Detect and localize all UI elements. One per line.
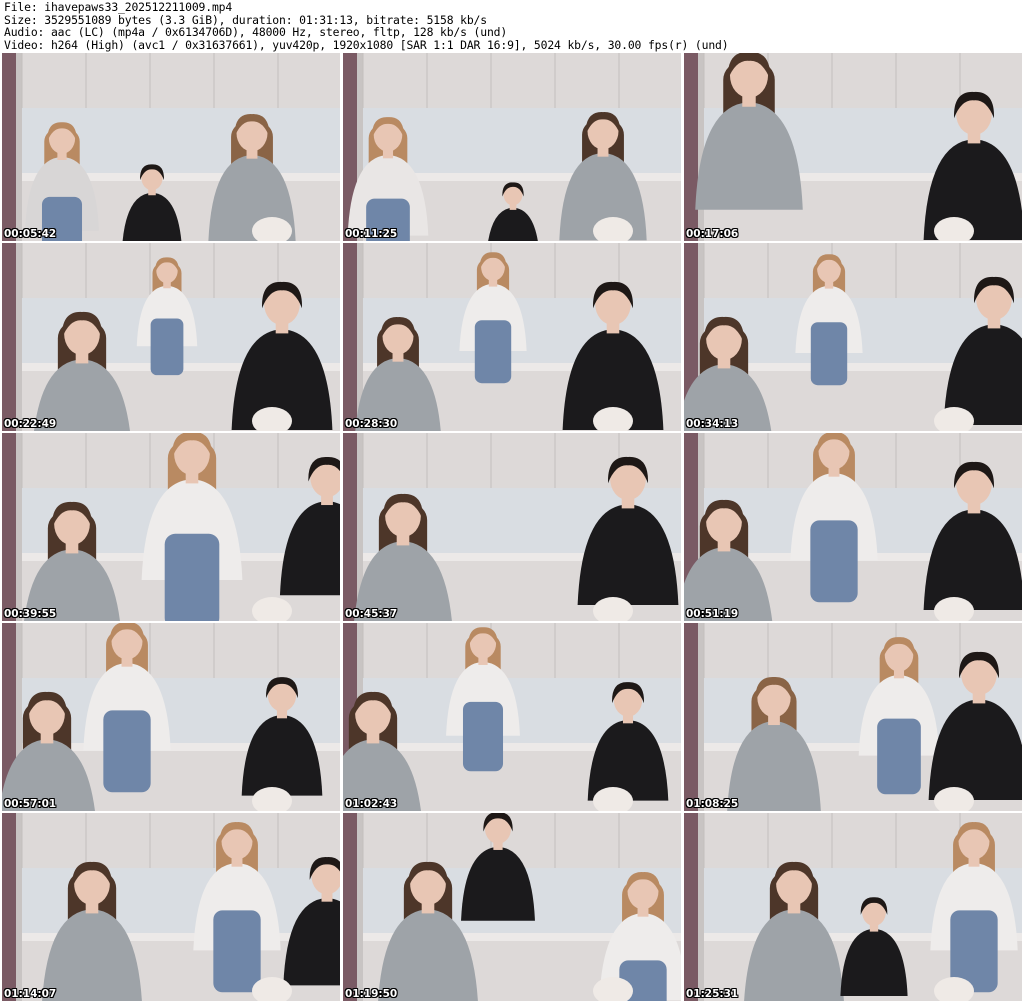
thumbnail: 01:02:43 — [343, 623, 681, 811]
thumbnail: 00:11:25 — [343, 53, 681, 241]
upper-cabinets — [363, 53, 681, 108]
door-frame — [684, 53, 698, 241]
door-frame — [2, 813, 16, 1001]
timestamp-label: 01:08:25 — [686, 798, 739, 810]
thumbnail-grid: 00:05:42 00:11:25 00:17:06 00:22:49 00:2… — [2, 53, 1022, 1003]
timestamp-label: 00:34:13 — [686, 418, 739, 430]
upper-cabinets — [22, 813, 340, 868]
timestamp-label: 00:57:01 — [4, 798, 57, 810]
thumbnail: 00:34:13 — [684, 243, 1022, 431]
video-frame — [343, 623, 681, 811]
timestamp-label: 00:22:49 — [4, 418, 57, 430]
timestamp-label: 00:11:25 — [345, 228, 398, 240]
legs — [462, 701, 504, 772]
video-frame — [2, 433, 340, 621]
door-frame — [2, 433, 16, 621]
video-frame — [343, 53, 681, 241]
upper-cabinets — [22, 623, 340, 678]
backsplash — [363, 108, 681, 173]
door-frame — [2, 53, 16, 241]
audio-info-line: Audio: aac (LC) (mp4a / 0x6134706D), 480… — [4, 25, 508, 39]
timestamp-label: 00:51:19 — [686, 608, 739, 620]
file-name-line: File: ihavepaws33_202512211009.mp4 — [4, 0, 233, 14]
thumbnail: 01:08:25 — [684, 623, 1022, 811]
thumbnail: 00:05:42 — [2, 53, 340, 241]
video-frame — [684, 433, 1022, 621]
timestamp-label: 00:39:55 — [4, 608, 57, 620]
video-frame — [343, 243, 681, 431]
video-frame — [2, 813, 340, 1001]
upper-cabinets — [704, 243, 1022, 298]
video-frame — [343, 813, 681, 1001]
timestamp-label: 01:25:31 — [686, 988, 739, 1000]
upper-cabinets — [363, 813, 681, 868]
timestamp-label: 00:17:06 — [686, 228, 739, 240]
legs — [877, 718, 921, 795]
legs — [474, 320, 512, 384]
legs — [213, 910, 261, 993]
timestamp-label: 01:19:50 — [345, 988, 398, 1000]
thumbnail: 00:22:49 — [2, 243, 340, 431]
timestamp-label: 00:45:37 — [345, 608, 398, 620]
thumbnail: 00:39:55 — [2, 433, 340, 621]
timestamp-label: 00:28:30 — [345, 418, 398, 430]
video-frame — [2, 243, 340, 431]
door-frame — [343, 243, 357, 431]
door-frame — [343, 813, 357, 1001]
file-info-header: File: ihavepaws33_202512211009.mp4 Size:… — [0, 0, 1024, 52]
legs — [810, 520, 858, 603]
door-frame — [684, 623, 698, 811]
thumbnail: 01:19:50 — [343, 813, 681, 1001]
thumbnail: 00:45:37 — [343, 433, 681, 621]
thumbnail: 00:17:06 — [684, 53, 1022, 241]
video-frame — [2, 623, 340, 811]
video-frame — [684, 53, 1022, 241]
timestamp-label: 01:14:07 — [4, 988, 57, 1000]
timestamp-label: 00:05:42 — [4, 228, 57, 240]
video-frame — [2, 53, 340, 241]
thumbnail: 00:28:30 — [343, 243, 681, 431]
door-frame — [684, 813, 698, 1001]
thumbnail: 00:57:01 — [2, 623, 340, 811]
video-frame — [684, 623, 1022, 811]
timestamp-label: 01:02:43 — [345, 798, 398, 810]
door-frame — [2, 243, 16, 431]
legs — [810, 322, 848, 386]
upper-cabinets — [363, 243, 681, 298]
video-frame — [684, 813, 1022, 1001]
legs — [164, 533, 220, 621]
thumbnail: 01:25:31 — [684, 813, 1022, 1001]
video-info-line: Video: h264 (High) (avc1 / 0x31637661), … — [4, 37, 729, 52]
upper-cabinets — [22, 53, 340, 108]
thumbnail: 01:14:07 — [2, 813, 340, 1001]
video-frame — [343, 433, 681, 621]
legs — [103, 710, 151, 793]
door-frame — [343, 433, 357, 621]
legs — [150, 318, 184, 376]
upper-cabinets — [363, 623, 681, 678]
thumbnail: 00:51:19 — [684, 433, 1022, 621]
video-frame — [684, 243, 1022, 431]
